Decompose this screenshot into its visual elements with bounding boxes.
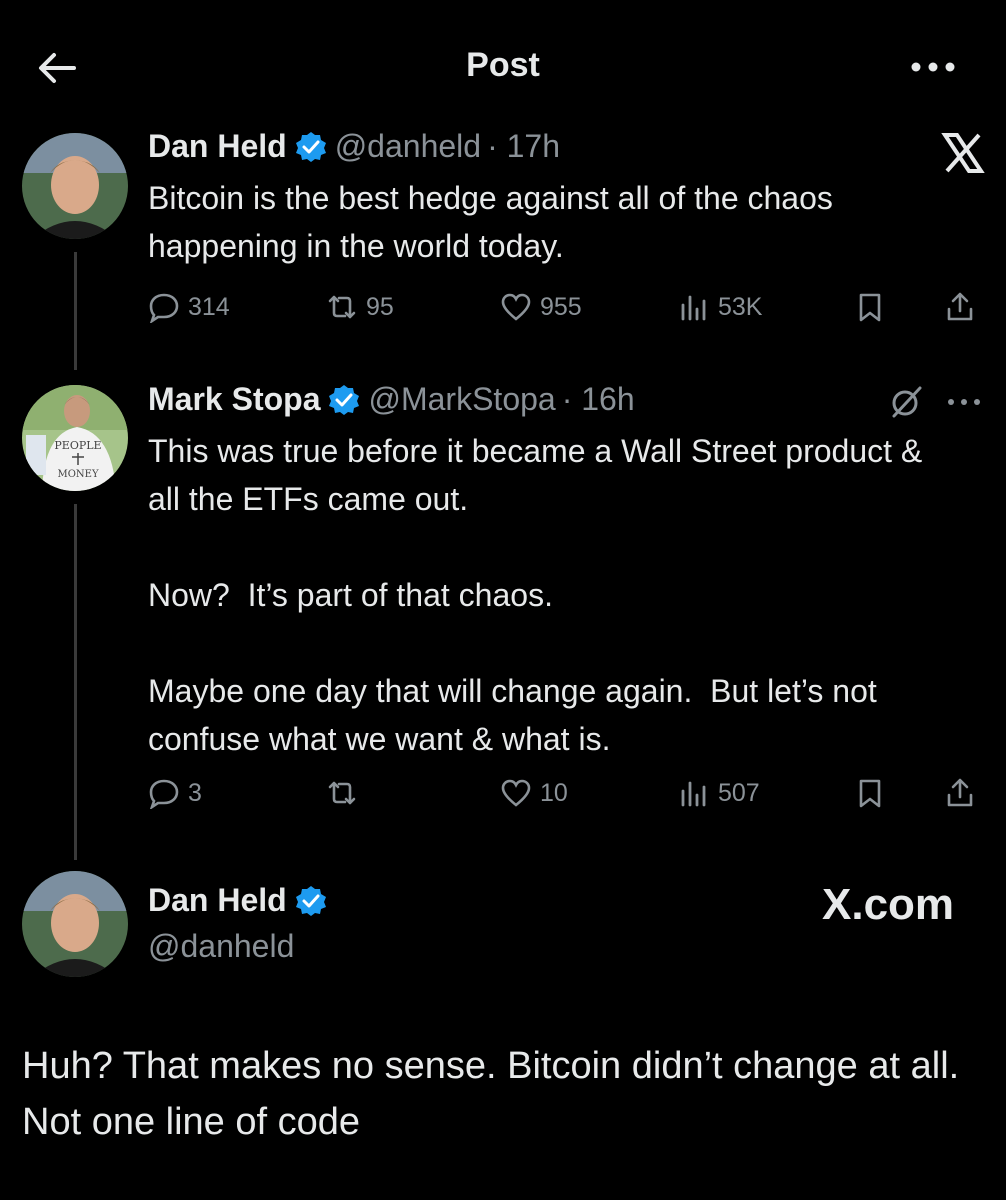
share-button[interactable]	[944, 777, 984, 809]
views-icon	[681, 295, 706, 321]
like-icon	[501, 293, 531, 321]
tweet-text: Bitcoin is the best hedge against all of…	[148, 180, 842, 264]
share-button[interactable]	[944, 291, 984, 323]
tweet-actions: 314 95 955 53K	[148, 290, 988, 324]
author-name[interactable]: Dan Held	[148, 128, 287, 165]
view-count: 507	[718, 778, 760, 807]
share-icon	[947, 292, 973, 321]
tweet-actions: 3 10 507	[148, 776, 988, 810]
x-com-brand: X.com	[822, 880, 955, 929]
reply-text: Huh? That makes no sense. Bitcoin didn’t…	[22, 1045, 960, 1143]
views-button[interactable]: 53K	[678, 291, 762, 323]
avatar-shirt-text-bottom: MONEY	[57, 469, 98, 480]
views-icon	[681, 781, 706, 807]
author-handle[interactable]: @danheld	[335, 128, 481, 165]
view-count: 53K	[718, 292, 763, 321]
like-count: 10	[540, 778, 568, 807]
verified-icon	[295, 131, 326, 162]
like-button[interactable]: 955	[500, 291, 582, 323]
author-handle[interactable]: @danheld	[148, 928, 294, 965]
reply-icon	[149, 779, 179, 809]
tweet-text: This was true before it became a Wall St…	[148, 433, 923, 757]
bookmark-button[interactable]	[854, 777, 894, 809]
avatar-shirt-text-top: PEOPLE	[54, 439, 101, 452]
reply-button[interactable]: 3	[148, 777, 202, 809]
reply-icon	[149, 293, 179, 323]
author-name[interactable]: Mark Stopa	[148, 381, 320, 418]
reply-count: 314	[188, 292, 230, 321]
thread-line	[74, 504, 77, 860]
share-icon	[947, 778, 973, 807]
author-name[interactable]: Dan Held	[148, 882, 287, 919]
post-time: · 16h	[561, 381, 635, 417]
post-time: · 17h	[487, 128, 560, 164]
reply-button[interactable]: 314	[148, 291, 230, 323]
repost-button[interactable]	[326, 777, 366, 809]
avatar[interactable]	[22, 133, 128, 239]
verified-icon	[295, 885, 326, 916]
author-handle[interactable]: @MarkStopa	[368, 381, 555, 418]
repost-count: 95	[366, 292, 394, 321]
like-icon	[501, 779, 531, 807]
bookmark-icon	[859, 779, 881, 808]
more-icon[interactable]	[946, 394, 982, 410]
reply-count: 3	[188, 778, 202, 807]
thread-line	[74, 252, 77, 370]
avatar[interactable]	[22, 871, 128, 977]
avatar[interactable]: PEOPLE MONEY	[22, 385, 128, 491]
tweet-header: Dan Held @danheld · 17h	[148, 128, 560, 165]
reply-header: Dan Held	[148, 882, 335, 919]
x-logo-icon	[940, 130, 986, 176]
views-button[interactable]: 507	[678, 777, 760, 809]
more-icon[interactable]	[908, 52, 958, 82]
verified-icon	[329, 384, 360, 415]
tweet-header: Mark Stopa @MarkStopa · 16h	[148, 381, 635, 418]
repost-icon	[328, 781, 356, 805]
bookmark-button[interactable]	[854, 291, 894, 323]
repost-button[interactable]: 95	[326, 291, 394, 323]
grok-icon[interactable]	[888, 384, 924, 420]
repost-icon	[328, 295, 356, 319]
like-button[interactable]: 10	[500, 777, 568, 809]
like-count: 955	[540, 292, 582, 321]
page-title: Post	[466, 46, 540, 84]
bookmark-icon	[859, 293, 881, 322]
